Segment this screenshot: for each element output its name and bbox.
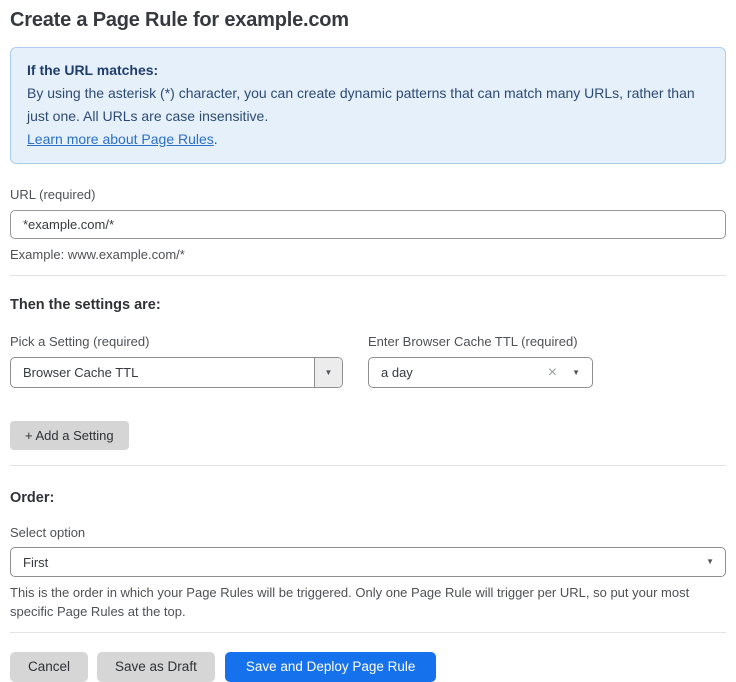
save-as-draft-button[interactable]: Save as Draft (97, 652, 215, 682)
info-box-body: By using the asterisk (*) character, you… (27, 82, 709, 128)
order-description: This is the order in which your Page Rul… (10, 583, 726, 621)
info-box-heading: If the URL matches: (27, 59, 709, 82)
order-select-label: Select option (10, 525, 726, 540)
pick-setting-value: Browser Cache TTL (11, 365, 314, 380)
ttl-setting-label: Enter Browser Cache TTL (required) (368, 334, 593, 349)
pick-setting-arrow-segment[interactable]: ▼ (314, 358, 342, 387)
order-value: First (11, 555, 706, 570)
clear-icon[interactable]: × (548, 365, 557, 381)
chevron-down-icon: ▼ (706, 558, 714, 566)
pick-setting-label: Pick a Setting (required) (10, 334, 343, 349)
cancel-button[interactable]: Cancel (10, 652, 88, 682)
chevron-down-icon: ▼ (325, 369, 333, 377)
page-title: Create a Page Rule for example.com (10, 9, 726, 32)
pick-setting-select[interactable]: Browser Cache TTL ▼ (10, 357, 343, 388)
ttl-setting-column: Enter Browser Cache TTL (required) a day… (368, 334, 593, 388)
url-input[interactable] (10, 210, 726, 239)
ttl-value-select[interactable]: a day × ▼ (368, 357, 593, 388)
divider (10, 465, 726, 466)
footer-actions: Cancel Save as Draft Save and Deploy Pag… (10, 652, 726, 682)
url-field-label: URL (required) (10, 187, 726, 202)
settings-section-heading: Then the settings are: (10, 297, 726, 313)
order-section-heading: Order: (10, 490, 726, 506)
link-suffix: . (214, 131, 218, 147)
chevron-down-icon: ▼ (572, 369, 580, 377)
divider (10, 275, 726, 276)
pick-setting-column: Pick a Setting (required) Browser Cache … (10, 334, 343, 388)
info-link-line: Learn more about Page Rules. (27, 128, 709, 151)
settings-row: Pick a Setting (required) Browser Cache … (10, 334, 726, 388)
url-example-helper: Example: www.example.com/* (10, 247, 726, 262)
url-match-info-box: If the URL matches: By using the asteris… (10, 47, 726, 164)
add-setting-button[interactable]: + Add a Setting (10, 421, 129, 450)
save-and-deploy-button[interactable]: Save and Deploy Page Rule (225, 652, 437, 682)
learn-more-link[interactable]: Learn more about Page Rules (27, 131, 214, 147)
page-rule-form: Create a Page Rule for example.com If th… (0, 0, 736, 682)
ttl-value: a day (369, 365, 548, 380)
order-select[interactable]: First ▼ (10, 547, 726, 577)
divider (10, 632, 726, 633)
